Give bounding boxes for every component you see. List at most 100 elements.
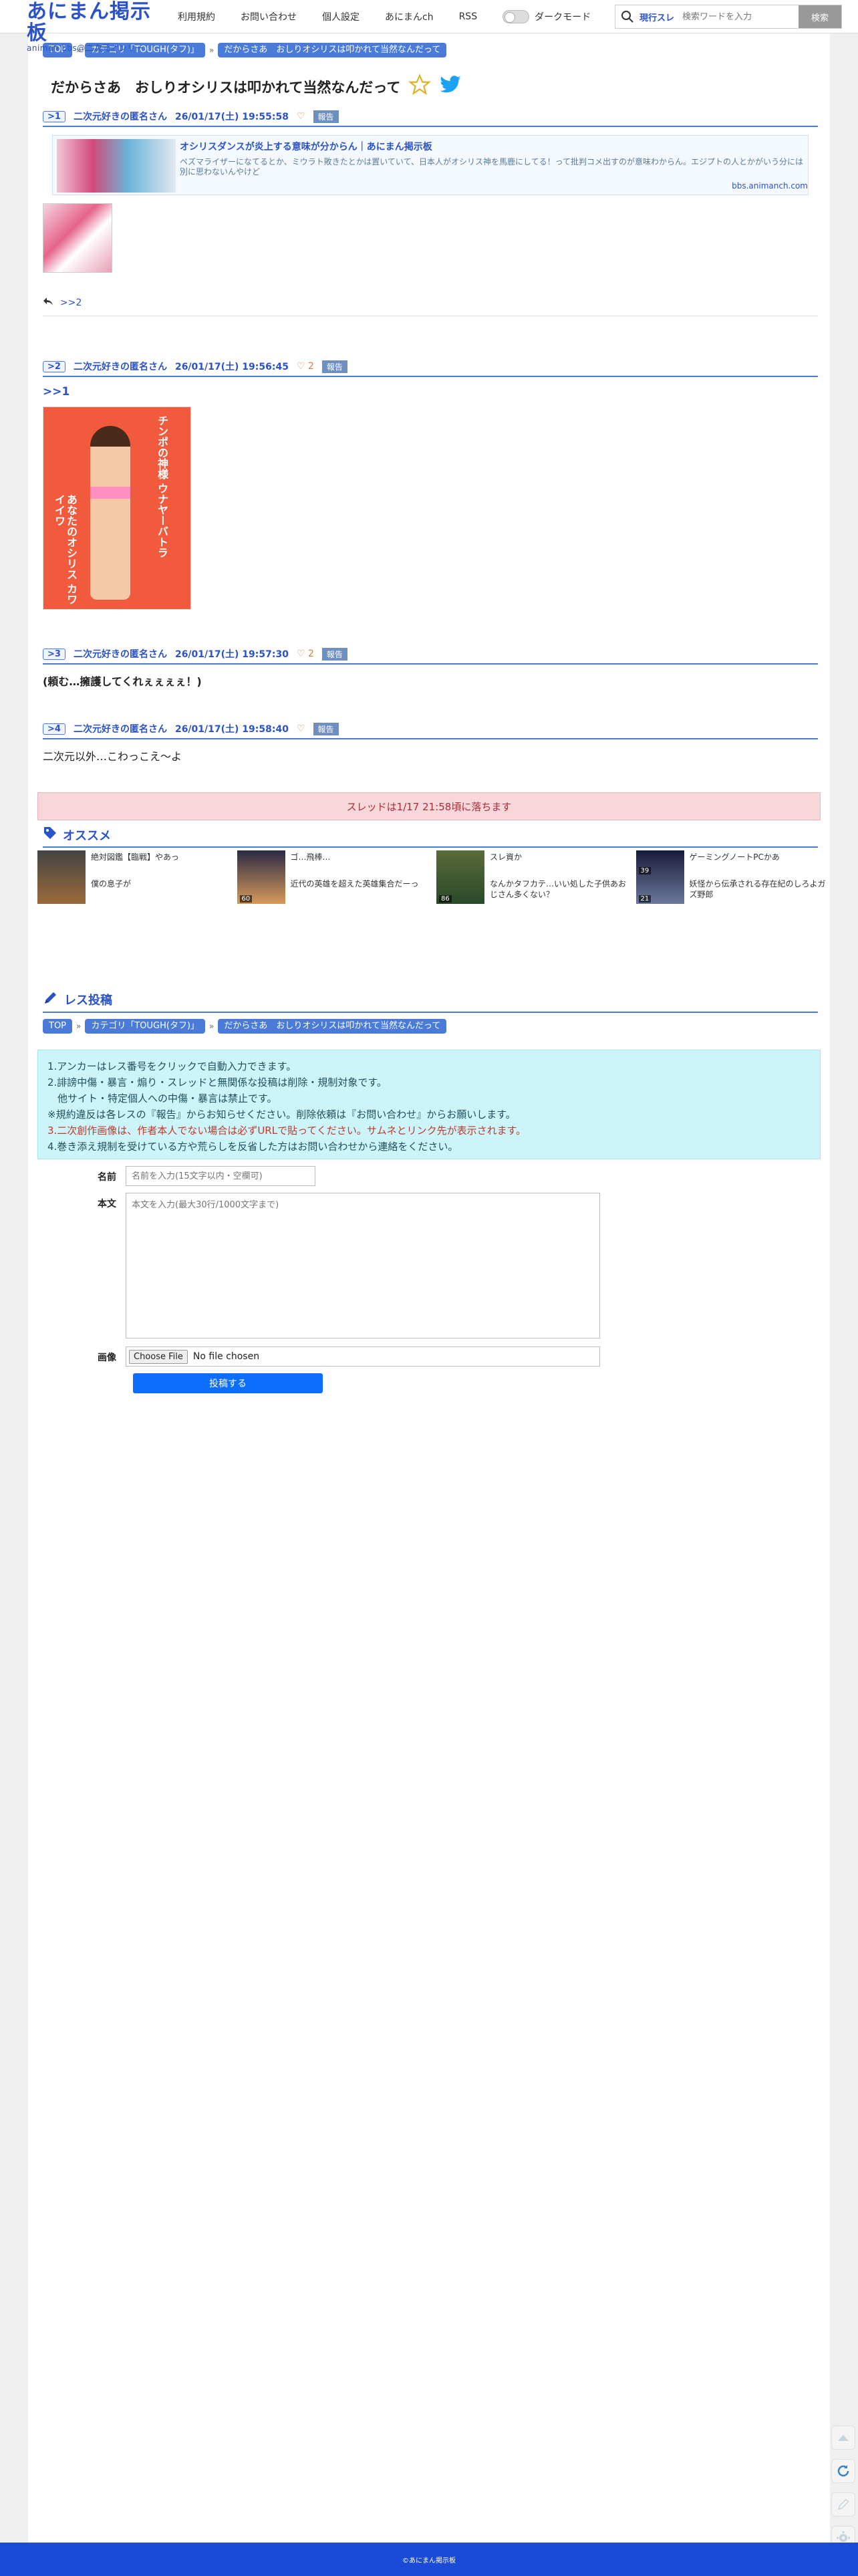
dark-mode-toggle[interactable] bbox=[503, 10, 530, 23]
submit-button[interactable]: 投稿する bbox=[133, 1373, 323, 1393]
reply-arrow-icon bbox=[43, 297, 53, 309]
compose-icon[interactable] bbox=[831, 2492, 855, 2516]
like-count: 2 bbox=[307, 361, 314, 372]
nav-animanch[interactable]: あにまんch bbox=[385, 10, 434, 23]
post-image-thumbnail[interactable] bbox=[43, 203, 112, 273]
recommend-text: 絶対図鑑【臨戦】やあっ 僕の息子が bbox=[91, 850, 179, 904]
post-header: >4 二次元好きの匿名さん 26/01/17(土) 19:58:40 ♡ 報告 bbox=[43, 722, 818, 739]
breadcrumb-thread[interactable]: だからさあ おしりオシリスは叩かれて当然なんだって bbox=[218, 43, 447, 57]
recommend-thumbnail bbox=[37, 850, 86, 904]
breadcrumb-top[interactable]: TOP bbox=[43, 1019, 73, 1034]
search-bar: 現行スレ 検索 bbox=[615, 5, 842, 29]
recommend-thumbnail: 86 bbox=[436, 850, 484, 904]
post-number[interactable]: >3 bbox=[43, 648, 65, 660]
site-logo[interactable]: あにまん掲示板 animan bbs@二次元オンリー bbox=[27, 0, 167, 53]
link-card-title: オシリスダンスが炎上する意味が分からん｜あにまん掲示板 bbox=[180, 142, 432, 152]
breadcrumb-thread[interactable]: だからさあ おしりオシリスは叩かれて当然なんだって bbox=[218, 1019, 447, 1034]
recommend-item[interactable]: 86 スレ資か なんかタフカテ…いい処した子供あおじさん多くない？ bbox=[436, 850, 627, 904]
rule-line: 2.誹謗中傷・暴言・煽り・スレッドと無関係な投稿は削除・規制対象です。 bbox=[47, 1076, 387, 1088]
report-button[interactable]: 報告 bbox=[321, 360, 347, 373]
recommend-text: ゲーミングノートPCかあ 妖怪から伝承される存在紀のしろよガズ野郎 bbox=[690, 850, 827, 904]
rule-line: 1.アンカーはレス番号をクリックで自動入力できます。 bbox=[47, 1060, 297, 1072]
nav-terms[interactable]: 利用規約 bbox=[178, 10, 215, 23]
recommend-count: 86 bbox=[439, 895, 452, 903]
like-heart-icon[interactable]: ♡ bbox=[297, 723, 305, 734]
recommend-title-text: 絶対図鑑【臨戦】やあっ bbox=[91, 852, 180, 862]
refresh-icon[interactable] bbox=[831, 2459, 855, 2483]
page-title: だからさあ おしりオシリスは叩かれて当然なんだって bbox=[51, 79, 401, 96]
post-2: >2 二次元好きの匿名さん 26/01/17(土) 19:56:45 ♡ 2 報… bbox=[43, 360, 818, 610]
post-date: 26/01/17(土) 19:57:30 bbox=[174, 649, 289, 660]
recommend-title-text: 僕の息子が bbox=[91, 879, 132, 889]
recommend-item[interactable]: 絶対図鑑【臨戦】やあっ 僕の息子が bbox=[37, 850, 228, 904]
report-button[interactable]: 報告 bbox=[313, 110, 339, 123]
logo-sub: animan bbs@二次元オンリー bbox=[27, 43, 144, 53]
nav-rss[interactable]: RSS bbox=[459, 11, 478, 22]
poster-bottom-text: あなたのオシリス カワイイワ bbox=[53, 494, 78, 605]
side-tools bbox=[831, 2426, 855, 2559]
poster-name: 二次元好きの匿名さん bbox=[73, 362, 167, 372]
post-header: >2 二次元好きの匿名さん 26/01/17(土) 19:56:45 ♡ 2 報… bbox=[43, 360, 818, 377]
post-body: (頼む…擁護してくれぇぇぇぇ！) bbox=[43, 675, 202, 688]
recommend-title-text: スレ資か bbox=[490, 852, 523, 862]
footer-copyright: ©あにまん掲示板 bbox=[402, 2557, 456, 2565]
breadcrumb-category[interactable]: カテゴリ「TOUGH(タフ)」 bbox=[85, 1019, 206, 1034]
name-row: 名前 bbox=[28, 1166, 315, 1186]
top-nav: 利用規約 お問い合わせ 個人設定 あにまんch RSS ダークモード bbox=[178, 0, 591, 33]
post-body: 二次元以外…こわっこえ〜よ bbox=[43, 750, 182, 763]
search-icon bbox=[615, 5, 639, 28]
main-panel: TOP » カテゴリ「TOUGH(タフ)」 » だからさあ おしりオシリスは叩か… bbox=[28, 33, 830, 2543]
reply-link[interactable]: >>2 bbox=[60, 298, 82, 308]
search-button[interactable]: 検索 bbox=[799, 5, 841, 28]
choose-file-button[interactable]: Choose File bbox=[129, 1349, 188, 1364]
form-title: レス投稿 bbox=[64, 993, 112, 1008]
logo-main: あにまん掲示板 bbox=[27, 0, 151, 45]
recommend-grid: 絶対図鑑【臨戦】やあっ 僕の息子が 60 ゴ…飛棒… 近代の英雄を超えた英雄集合だー… bbox=[37, 850, 826, 904]
breadcrumb-separator: » bbox=[209, 1022, 214, 1031]
breadcrumb-separator: » bbox=[209, 45, 214, 55]
poster-figure bbox=[90, 426, 130, 600]
site-header: あにまん掲示板 animan bbs@二次元オンリー 利用規約 お問い合わせ 個… bbox=[0, 0, 858, 52]
report-button[interactable]: 報告 bbox=[313, 722, 339, 735]
post-4: >4 二次元好きの匿名さん 26/01/17(土) 19:58:40 ♡ 報告 … bbox=[43, 722, 818, 764]
nav-contact[interactable]: お問い合わせ bbox=[241, 10, 297, 23]
twitter-share-icon[interactable] bbox=[439, 75, 462, 98]
recommend-title-text: ゲーミングノートPCかあ bbox=[689, 852, 780, 862]
like-heart-icon[interactable]: ♡ 2 bbox=[297, 649, 314, 659]
dark-mode-switch[interactable]: ダークモード bbox=[503, 10, 591, 23]
like-heart-icon[interactable]: ♡ 2 bbox=[297, 361, 314, 372]
post-image[interactable]: チンポの神様 ウナヤーバトラ あなたのオシリス カワイイワ bbox=[43, 406, 191, 610]
recommend-item[interactable]: 39 21 ゲーミングノートPCかあ 妖怪から伝承される存在紀のしろよガズ野郎 bbox=[635, 850, 827, 904]
post-number[interactable]: >1 bbox=[43, 110, 65, 122]
breadcrumb-bottom: TOP » カテゴリ「TOUGH(タフ)」 » だからさあ おしりオシリスは叩か… bbox=[43, 1019, 447, 1034]
post-number[interactable]: >2 bbox=[43, 360, 65, 372]
dark-mode-label: ダークモード bbox=[535, 12, 591, 23]
anchor-link[interactable]: >>1 bbox=[43, 385, 69, 398]
like-heart-icon[interactable]: ♡ bbox=[297, 111, 305, 122]
search-input[interactable] bbox=[677, 7, 799, 27]
recommend-text: スレ資か なんかタフカテ…いい処した子供あおじさん多くない？ bbox=[490, 850, 627, 904]
recommend-item[interactable]: 60 ゴ…飛棒… 近代の英雄を超えた英雄集合だーっ bbox=[237, 850, 428, 904]
nav-settings[interactable]: 個人設定 bbox=[322, 10, 360, 23]
rule-line-warning: 3.二次創作画像は、作者本人でない場合は必ずURLで貼ってください。サムネとリン… bbox=[47, 1125, 527, 1137]
recommend-count: 60 bbox=[239, 895, 253, 903]
scroll-top-icon[interactable] bbox=[831, 2426, 855, 2450]
recommend-thumbnail: 60 bbox=[237, 850, 285, 904]
poster-name: 二次元好きの匿名さん bbox=[73, 649, 167, 660]
favorite-star-icon[interactable] bbox=[408, 74, 432, 100]
body-label: 本文 bbox=[98, 1199, 116, 1209]
rule-line: 他サイト・特定個人への中傷・暴言は禁止です。 bbox=[47, 1092, 277, 1104]
name-input[interactable] bbox=[126, 1166, 315, 1186]
image-label: 画像 bbox=[98, 1353, 116, 1363]
reply-row: >>2 bbox=[43, 297, 818, 316]
report-button[interactable]: 報告 bbox=[321, 647, 347, 661]
rule-line: 4.巻き添え規制を受けている方や荒らしを反省した方はお問い合わせから連絡をくださ… bbox=[47, 1141, 458, 1153]
post-number[interactable]: >4 bbox=[43, 723, 65, 735]
file-input[interactable]: Choose File No file chosen bbox=[126, 1346, 600, 1367]
body-textarea[interactable] bbox=[126, 1193, 600, 1338]
image-row: 画像 Choose File No file chosen bbox=[28, 1346, 600, 1367]
search-scope[interactable]: 現行スレ bbox=[639, 11, 677, 23]
post-body: >>1 bbox=[43, 385, 818, 398]
site-footer: ©あにまん掲示板 bbox=[0, 2543, 858, 2576]
link-card[interactable]: オシリスダンスが炎上する意味が分からん｜あにまん掲示板 ペズマライザーになてると… bbox=[52, 135, 809, 195]
